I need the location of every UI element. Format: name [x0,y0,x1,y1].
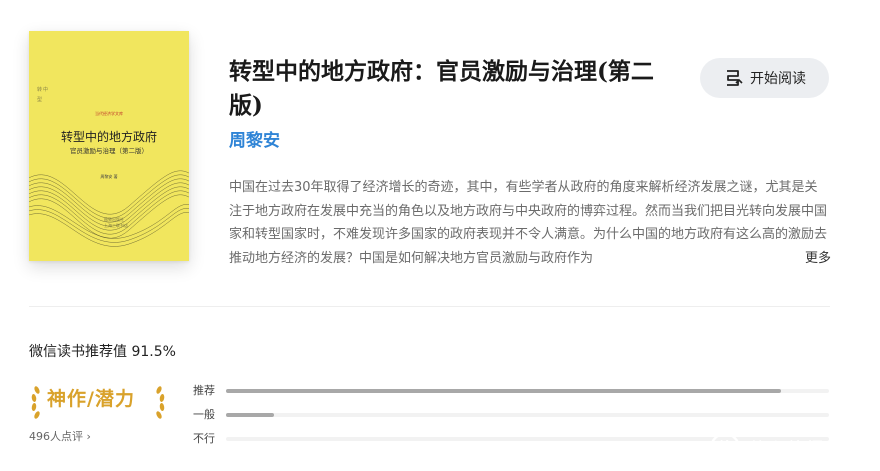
svg-text:格致出版社: 格致出版社 [104,216,124,222]
rating-bar-fill [226,389,781,393]
watermark-text: 什么值得买 [748,438,844,461]
start-reading-label: 开始阅读 [750,71,806,87]
svg-text:上海三联书店: 上海三联书店 [104,222,128,228]
reader-icon [723,68,743,88]
svg-text:中: 中 [43,86,48,93]
cover-author: 周黎安 著 [100,174,118,179]
cover-title: 转型中的地方政府 [60,130,157,144]
svg-text:值: 值 [717,439,733,458]
smzdm-logo-icon: 值 [709,432,741,464]
book-intro: 中国在过去30年取得了经济增长的奇迹，其中，有些学者从政府的角度来解析经济发展之… [229,180,828,266]
book-author-link[interactable]: 周黎安 [229,126,280,151]
recommend-score: 微信读书推荐值 91.5% [29,344,176,360]
start-reading-button[interactable]: 开始阅读 [700,58,829,98]
badge-text: 神作/潜力 [47,388,135,410]
book-cover[interactable]: 转 型 中 格致出版社 上海三联书店 当代经济学文库 转型中的地方政府 官员激励… [29,31,189,261]
section-divider [29,306,830,307]
chevron-right-icon: › [83,430,91,443]
watermark: 值 什么值得买 [708,428,880,468]
rating-bar-track [226,389,829,393]
rating-bar-label: 不行 [193,432,215,445]
book-title: 转型中的地方政府：官员激励与治理(第二版) [229,58,654,119]
svg-text:型: 型 [37,96,42,103]
svg-text:转: 转 [37,86,42,93]
rating-bar-fill [226,413,275,417]
cover-subtitle: 官员激励与治理（第二版） [70,147,148,155]
more-link[interactable]: 更多 [789,247,831,271]
reviews-count: 496人点评 [29,430,83,443]
reviews-link[interactable]: 496人点评 › [29,428,91,444]
rating-bar-label: 推荐 [193,384,215,397]
cover-series: 当代经济学文库 [95,111,123,116]
rating-badge: 神作/潜力 [29,380,169,426]
rating-bar-label: 一般 [193,408,215,421]
rating-bar-track [226,413,829,417]
